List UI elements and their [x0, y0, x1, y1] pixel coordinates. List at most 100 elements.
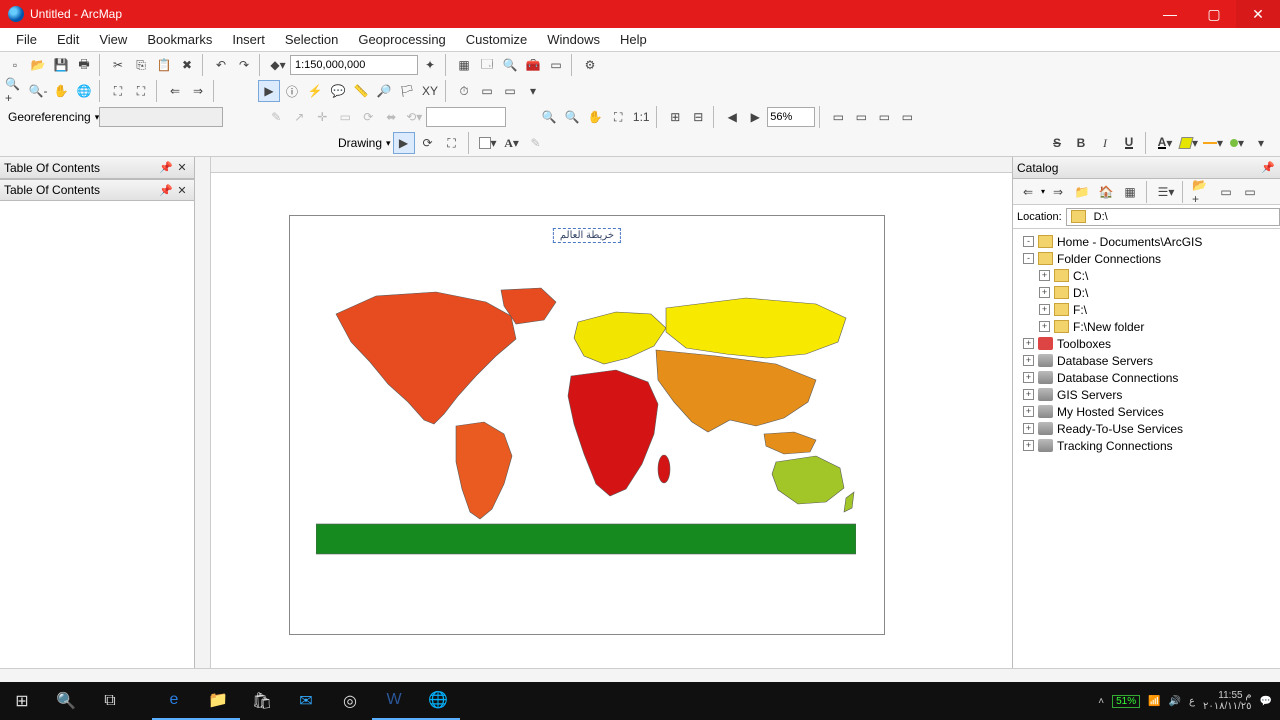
expand-icon[interactable]: +	[1023, 372, 1034, 383]
close-panel-icon[interactable]: ✕	[174, 161, 190, 174]
minimize-button[interactable]: —	[1148, 0, 1192, 28]
tree-item[interactable]: +Toolboxes	[1015, 335, 1278, 352]
zoom-100-icon[interactable]: 1:1	[630, 106, 652, 128]
explorer-icon[interactable]: 📁	[196, 682, 240, 720]
menu-insert[interactable]: Insert	[222, 30, 275, 49]
tree-item[interactable]: +F:\	[1015, 301, 1278, 318]
redo-icon[interactable]: ↷	[233, 54, 255, 76]
arcmap-taskbar-icon[interactable]: 🌐	[416, 682, 460, 720]
zoom-in-icon[interactable]: 🔍+	[4, 80, 26, 102]
map-title-text[interactable]: خريطة العالم	[553, 228, 621, 243]
find-icon[interactable]: 🔎	[373, 80, 395, 102]
clock-date[interactable]: ٢٠١٨/١١/٢٥	[1203, 701, 1252, 712]
drawing-menu[interactable]: Drawing	[336, 136, 384, 150]
new-icon[interactable]: ▫	[4, 54, 26, 76]
expand-icon[interactable]: +	[1039, 321, 1050, 332]
italic-icon[interactable]: I	[1094, 132, 1116, 154]
expand-icon[interactable]: -	[1023, 253, 1034, 264]
system-tray[interactable]: ˄ 51% 📶 🔊 ع 11:55 م ٢٠١٨/١١/٢٥ 💬	[1090, 690, 1280, 712]
underline2-icon[interactable]: U	[1118, 132, 1140, 154]
expand-icon[interactable]: +	[1023, 355, 1034, 366]
select-elements-icon[interactable]: ▶	[258, 80, 280, 102]
taskview-icon[interactable]: ⧉	[88, 682, 132, 720]
fill-color-icon[interactable]: ▾	[1178, 132, 1200, 154]
edge-icon[interactable]: e	[152, 682, 196, 720]
go-back-extent-icon[interactable]: ◀	[721, 106, 743, 128]
zoom-whole-page-icon[interactable]: ⛶	[607, 106, 629, 128]
find-route-icon[interactable]: 🏳	[396, 80, 418, 102]
word-icon[interactable]: W	[372, 682, 416, 720]
menu-edit[interactable]: Edit	[47, 30, 89, 49]
toolbar-opts2-icon[interactable]: ▾	[1250, 132, 1272, 154]
location-input[interactable]: D:\	[1066, 208, 1280, 226]
battery-status[interactable]: 51%	[1112, 695, 1140, 708]
expand-icon[interactable]: +	[1023, 440, 1034, 451]
fixed-zoom-in2-icon[interactable]: ⊞	[664, 106, 686, 128]
georef-layer-dropdown[interactable]	[99, 107, 223, 127]
tree-item[interactable]: +GIS Servers	[1015, 386, 1278, 403]
search-taskbar-icon[interactable]: 🔍	[44, 682, 88, 720]
bold-icon[interactable]: B	[1070, 132, 1092, 154]
expand-icon[interactable]: +	[1039, 270, 1050, 281]
save-icon[interactable]: 💾	[50, 54, 72, 76]
delete-icon[interactable]: ✖	[176, 54, 198, 76]
zoom-out-icon[interactable]: 🔍-	[27, 80, 49, 102]
tray-chevron-icon[interactable]: ˄	[1098, 696, 1104, 707]
layout-view[interactable]: خريطة العالم	[195, 157, 1012, 668]
volume-icon[interactable]: 🔊	[1169, 696, 1181, 707]
table-icon[interactable]: ▦	[453, 54, 475, 76]
cat-view-icon[interactable]: ☰▾	[1155, 181, 1177, 203]
expand-icon[interactable]: +	[1039, 287, 1050, 298]
menu-view[interactable]: View	[89, 30, 137, 49]
open-icon[interactable]: 📂	[27, 54, 49, 76]
search-window-icon[interactable]: 🔍	[499, 54, 521, 76]
dds-toolbar-icon[interactable]: ▭	[896, 106, 918, 128]
layout-zoom-in-icon[interactable]: 🔍	[538, 106, 560, 128]
menu-geoprocessing[interactable]: Geoprocessing	[348, 30, 455, 49]
paste-icon[interactable]: 📋	[153, 54, 175, 76]
maximize-button[interactable]: ▢	[1192, 0, 1236, 28]
tree-item[interactable]: +F:\New folder	[1015, 318, 1278, 335]
page-frame[interactable]: خريطة العالم	[289, 215, 885, 635]
tree-item[interactable]: +D:\	[1015, 284, 1278, 301]
goto-xy-icon[interactable]: XY	[419, 80, 441, 102]
rotate-angle-input[interactable]	[426, 107, 506, 127]
tree-item[interactable]: +Ready-To-Use Services	[1015, 420, 1278, 437]
cat-options-icon[interactable]: ▭	[1239, 181, 1261, 203]
catalog-tree[interactable]: -Home - Documents\ArcGIS-Folder Connecti…	[1013, 229, 1280, 668]
fixed-zoom-out2-icon[interactable]: ⊟	[687, 106, 709, 128]
back-icon[interactable]: ⇐	[164, 80, 186, 102]
store-icon[interactable]: 🛍	[240, 682, 284, 720]
expand-icon[interactable]: +	[1023, 389, 1034, 400]
modelbuilder-icon[interactable]: ⚙	[579, 54, 601, 76]
select-elements2-icon[interactable]: ▶	[393, 132, 415, 154]
print-icon[interactable]: 🖶	[73, 54, 95, 76]
layout-zoom-input[interactable]	[767, 107, 815, 127]
line-color-icon[interactable]: ▾	[1202, 132, 1224, 154]
copy-icon[interactable]: ⎘	[130, 54, 152, 76]
close-panel-icon-2[interactable]: ✕	[174, 184, 190, 197]
measure-icon[interactable]: 📏	[350, 80, 372, 102]
font-color-icon[interactable]: A▾	[1154, 132, 1176, 154]
python-icon[interactable]: ▭	[545, 54, 567, 76]
tree-item[interactable]: +Database Connections	[1015, 369, 1278, 386]
menu-bookmarks[interactable]: Bookmarks	[137, 30, 222, 49]
pan-icon[interactable]: ✋	[50, 80, 72, 102]
pin-icon-2[interactable]: 📌	[158, 184, 174, 197]
strikethrough-icon[interactable]: S	[1046, 132, 1068, 154]
clock-time[interactable]: 11:55 م	[1203, 690, 1252, 701]
cat-back-icon[interactable]: ⇐	[1017, 181, 1039, 203]
pin-icon[interactable]: 📌	[158, 161, 174, 174]
expand-icon[interactable]: +	[1023, 338, 1034, 349]
focus-dataframe-icon[interactable]: ▭	[850, 106, 872, 128]
notifications-icon[interactable]: 💬	[1260, 696, 1272, 707]
full-extent-icon[interactable]: 🌐	[73, 80, 95, 102]
catalog-window-icon[interactable]: 🗔	[476, 54, 498, 76]
menu-help[interactable]: Help	[610, 30, 657, 49]
map-scale-input[interactable]	[290, 55, 418, 75]
expand-icon[interactable]: +	[1023, 423, 1034, 434]
cat-up-icon[interactable]: 📁	[1071, 181, 1093, 203]
layout-pan-icon[interactable]: ✋	[584, 106, 606, 128]
menu-file[interactable]: File	[6, 30, 47, 49]
tree-item[interactable]: -Home - Documents\ArcGIS	[1015, 233, 1278, 250]
